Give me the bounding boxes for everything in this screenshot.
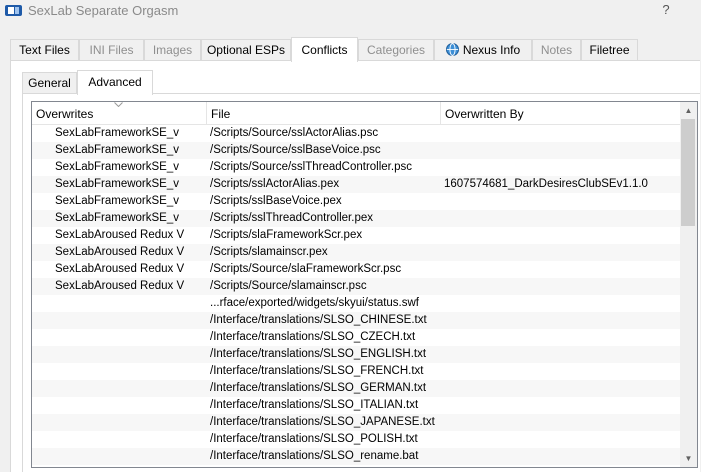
overwrites-cell: SexLabAroused Redux V bbox=[55, 263, 185, 275]
tab-notes[interactable]: Notes bbox=[532, 39, 581, 60]
overwrites-cell: SexLabFrameworkSE_v bbox=[55, 127, 179, 139]
tab-images[interactable]: Images bbox=[144, 39, 201, 60]
table-row[interactable]: SexLabFrameworkSE_v/Scripts/sslThreadCon… bbox=[32, 210, 680, 227]
file-cell: /Scripts/Source/sslThreadController.psc bbox=[210, 161, 412, 173]
column-header-overwritten-by[interactable]: Overwritten By bbox=[441, 102, 680, 125]
table-row[interactable]: /Interface/translations/SLSO_FRENCH.txt bbox=[32, 363, 680, 380]
file-cell: /Scripts/slamainscr.pex bbox=[210, 246, 328, 258]
overwrites-cell: SexLabFrameworkSE_v bbox=[55, 161, 179, 173]
table-row[interactable]: /Interface/translations/SLSO_JAPANESE.tx… bbox=[32, 414, 680, 431]
tab-text-files[interactable]: Text Files bbox=[10, 39, 79, 60]
tab-optional-esps[interactable]: Optional ESPs bbox=[201, 39, 291, 60]
tab-label: Filetree bbox=[589, 43, 630, 57]
column-header-file[interactable]: File bbox=[207, 102, 441, 125]
file-cell: /Scripts/sslBaseVoice.pex bbox=[210, 195, 342, 207]
file-cell: /Scripts/Source/sslBaseVoice.psc bbox=[210, 144, 381, 156]
overwrites-cell: SexLabAroused Redux V bbox=[55, 246, 185, 258]
table-row[interactable]: SexLabAroused Redux V/Scripts/slaFramewo… bbox=[32, 227, 680, 244]
tab-label: Nexus Info bbox=[462, 43, 521, 57]
overwrites-cell: SexLabFrameworkSE_v bbox=[55, 195, 179, 207]
tab-nexus-info[interactable]: Nexus Info bbox=[434, 39, 532, 60]
window-title: SexLab Separate Orgasm bbox=[28, 3, 179, 18]
file-cell: /Interface/translations/SLSO_JAPANESE.tx… bbox=[210, 416, 435, 428]
table-row[interactable]: /Interface/translations/SLSO_ITALIAN.txt bbox=[32, 397, 680, 414]
conflict-rows: SexLabFrameworkSE_v/Scripts/Source/sslAc… bbox=[32, 125, 680, 465]
table-row[interactable]: SexLabFrameworkSE_v/Scripts/Source/sslTh… bbox=[32, 159, 680, 176]
table-row[interactable]: /Interface/translations/SLSO_CZECH.txt bbox=[32, 329, 680, 346]
table-row[interactable]: SexLabAroused Redux V/Scripts/Source/sla… bbox=[32, 261, 680, 278]
tree-header: Overwrites File Overwritten By bbox=[32, 102, 680, 125]
mod-info-tab-bar: Text Files INI Files Images Optional ESP… bbox=[10, 37, 700, 62]
overwrites-cell: SexLabFrameworkSE_v bbox=[55, 178, 179, 190]
tab-label: Categories bbox=[366, 43, 426, 57]
tab-label: Notes bbox=[540, 43, 573, 57]
tab-conflicts[interactable]: Conflicts bbox=[291, 37, 358, 62]
file-cell: /Interface/translations/SLSO_CHINESE.txt bbox=[210, 314, 427, 326]
file-cell: ...rface/exported/widgets/skyui/status.s… bbox=[210, 297, 420, 309]
column-header-label: Overwritten By bbox=[445, 107, 524, 121]
vertical-scrollbar[interactable]: ▲ ▼ bbox=[680, 102, 697, 467]
table-row[interactable]: SexLabAroused Redux V/Scripts/slamainscr… bbox=[32, 244, 680, 261]
table-row[interactable]: /Interface/translations/SLSO_CHINESE.txt bbox=[32, 312, 680, 329]
title-bar: SexLab Separate Orgasm ? bbox=[0, 0, 701, 22]
table-row[interactable]: SexLabFrameworkSE_v/Scripts/sslBaseVoice… bbox=[32, 193, 680, 210]
file-cell: /Interface/translations/SLSO_POLISH.txt bbox=[210, 433, 418, 445]
table-row[interactable]: /Interface/translations/SLSO_GERMAN.txt bbox=[32, 380, 680, 397]
table-row[interactable]: ...rface/exported/widgets/skyui/status.s… bbox=[32, 295, 680, 312]
column-header-overwrites[interactable]: Overwrites bbox=[32, 102, 207, 125]
tab-label: Advanced bbox=[88, 75, 142, 89]
sort-descending-icon bbox=[114, 102, 123, 107]
file-cell: /Scripts/Source/slamainscr.psc bbox=[210, 280, 367, 292]
file-cell: /Interface/translations/SLSO_rename.bat bbox=[210, 450, 419, 462]
tab-label: Optional ESPs bbox=[206, 43, 286, 57]
file-cell: /Interface/translations/SLSO_CZECH.txt bbox=[210, 331, 416, 343]
overwrites-cell: SexLabFrameworkSE_v bbox=[55, 144, 179, 156]
nexus-globe-icon bbox=[445, 43, 459, 56]
column-header-label: Overwrites bbox=[36, 107, 94, 121]
overwritten-by-cell: 1607574681_DarkDesiresClubSEv1.1.0 bbox=[444, 178, 648, 190]
file-cell: /Scripts/sslThreadController.pex bbox=[210, 212, 373, 224]
mod-organizer-app-icon bbox=[5, 5, 22, 16]
tab-label: Conflicts bbox=[301, 43, 348, 57]
file-cell: /Scripts/Source/slaFrameworkScr.psc bbox=[210, 263, 402, 275]
scroll-up-arrow-icon[interactable]: ▲ bbox=[680, 102, 697, 119]
conflicts-tree-view[interactable]: Overwrites File Overwritten By SexLabFra… bbox=[31, 101, 698, 468]
table-row[interactable]: SexLabAroused Redux V/Scripts/Source/sla… bbox=[32, 278, 680, 295]
tab-label: General bbox=[28, 76, 71, 90]
tab-advanced[interactable]: Advanced bbox=[77, 70, 153, 95]
file-cell: /Scripts/Source/sslActorAlias.psc bbox=[210, 127, 379, 139]
tab-filetree[interactable]: Filetree bbox=[581, 39, 638, 60]
table-row[interactable]: /Interface/translations/SLSO_ENGLISH.txt bbox=[32, 346, 680, 363]
scrollbar-thumb[interactable] bbox=[681, 119, 695, 226]
column-header-label: File bbox=[211, 107, 231, 121]
tab-label: Text Files bbox=[19, 43, 70, 57]
tab-ini-files[interactable]: INI Files bbox=[79, 39, 144, 60]
file-cell: /Scripts/sslActorAlias.pex bbox=[210, 178, 340, 190]
tab-categories[interactable]: Categories bbox=[358, 39, 434, 60]
table-row[interactable]: /Interface/translations/SLSO_POLISH.txt bbox=[32, 431, 680, 448]
file-cell: /Interface/translations/SLSO_ITALIAN.txt bbox=[210, 399, 419, 411]
help-button[interactable]: ? bbox=[660, 2, 672, 18]
table-row[interactable]: /Interface/translations/SLSO_rename.bat bbox=[32, 448, 680, 465]
tab-general[interactable]: General bbox=[22, 72, 77, 93]
file-cell: /Interface/translations/SLSO_ENGLISH.txt bbox=[210, 348, 427, 360]
tab-label: INI Files bbox=[89, 43, 134, 57]
table-row[interactable]: SexLabFrameworkSE_v/Scripts/Source/sslAc… bbox=[32, 125, 680, 142]
file-cell: /Interface/translations/SLSO_FRENCH.txt bbox=[210, 365, 424, 377]
table-row[interactable]: SexLabFrameworkSE_v/Scripts/Source/sslBa… bbox=[32, 142, 680, 159]
overwrites-cell: SexLabFrameworkSE_v bbox=[55, 212, 179, 224]
overwrites-cell: SexLabAroused Redux V bbox=[55, 280, 185, 292]
tab-label: Images bbox=[152, 43, 193, 57]
file-cell: /Scripts/slaFrameworkScr.pex bbox=[210, 229, 363, 241]
file-cell: /Interface/translations/SLSO_GERMAN.txt bbox=[210, 382, 427, 394]
scroll-down-arrow-icon[interactable]: ▼ bbox=[680, 450, 697, 467]
conflicts-sub-tab-bar: General Advanced bbox=[22, 70, 222, 95]
overwrites-cell: SexLabAroused Redux V bbox=[55, 229, 185, 241]
table-row[interactable]: SexLabFrameworkSE_v/Scripts/sslActorAlia… bbox=[32, 176, 680, 193]
